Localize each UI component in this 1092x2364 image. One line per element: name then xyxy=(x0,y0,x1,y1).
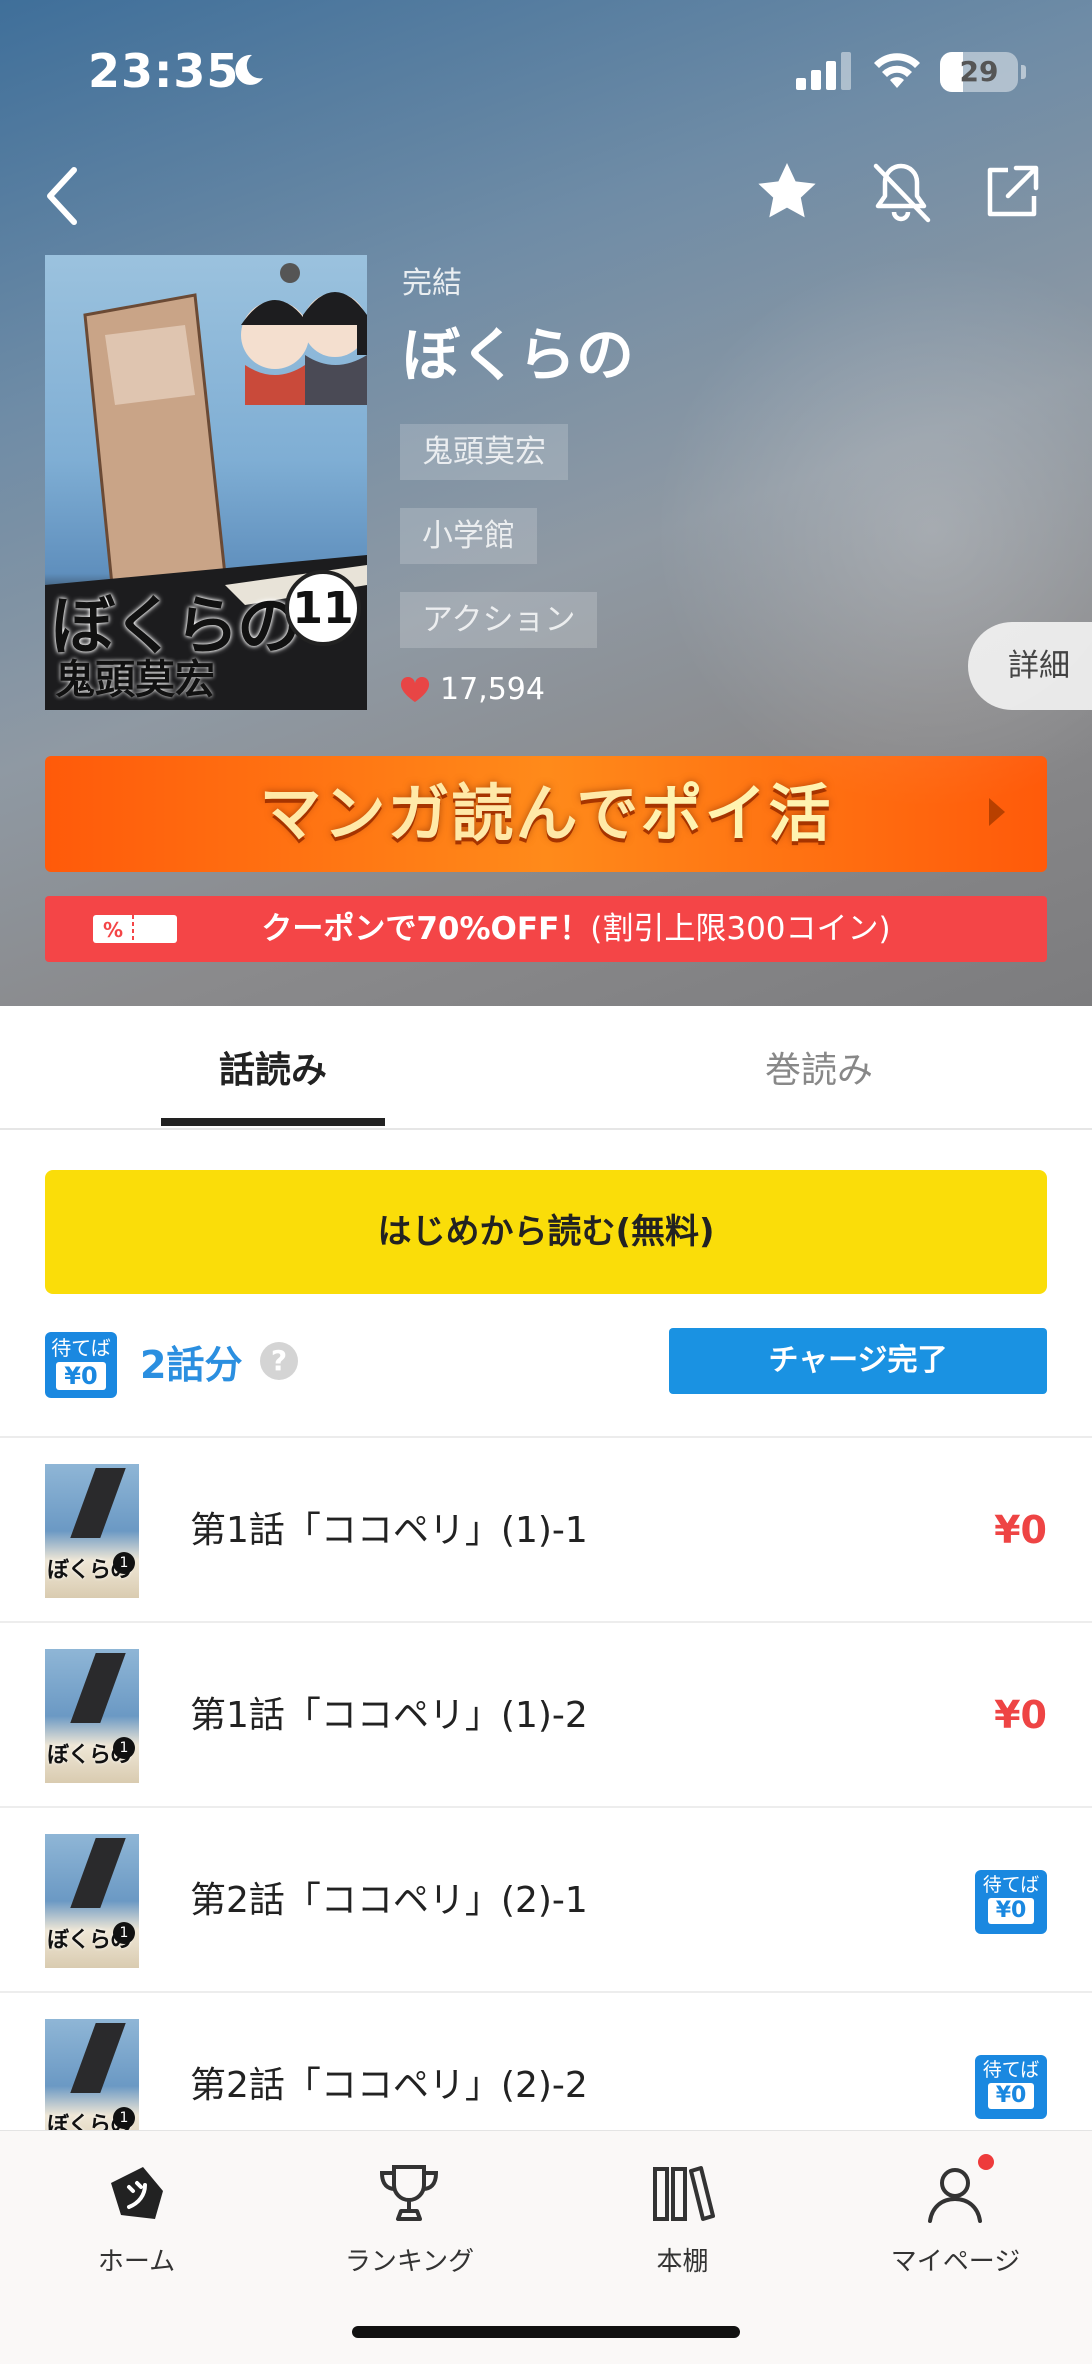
completion-status: 完結 xyxy=(402,266,462,301)
detail-button[interactable]: 詳細 xyxy=(968,622,1092,710)
wait-free-count: 2話分 xyxy=(140,1343,243,1387)
episode-thumbnail: ぼくらの 1 xyxy=(45,1834,139,1968)
wait-badge-bottom: ¥0 xyxy=(987,1898,1035,1924)
likes-count: 17,594 xyxy=(400,672,545,707)
status-bar: 23:35 29 xyxy=(0,0,1092,140)
coupon-bold: クーポンで70%OFF！ xyxy=(261,911,591,947)
nav-home[interactable]: ホーム xyxy=(0,2141,273,2291)
poikatsu-banner[interactable]: マンガ読んでポイ活 xyxy=(45,756,1047,872)
nav-mypage-label: マイページ xyxy=(890,2247,1021,2277)
thumb-number: 1 xyxy=(113,1737,135,1759)
banner-text: マンガ読んでポイ活 xyxy=(45,756,1047,872)
episode-row[interactable]: ぼくらの 1 第1話「ココペリ」(1)-1 ¥0 xyxy=(0,1438,1092,1623)
battery-icon: 29 xyxy=(940,52,1026,92)
person-icon xyxy=(928,2168,982,2223)
cover-author: 鬼頭莫宏 xyxy=(55,657,215,703)
nav-mypage[interactable]: マイページ xyxy=(819,2141,1092,2291)
coupon-note: (割引上限300コイン) xyxy=(590,911,891,947)
notification-dot xyxy=(978,2154,994,2170)
episode-row[interactable]: ぼくらの 1 第1話「ココペリ」(1)-2 ¥0 xyxy=(0,1623,1092,1808)
wait-badge-top: 待てば xyxy=(982,2059,1040,2081)
bell-off-icon[interactable] xyxy=(870,160,932,226)
hero-header: 23:35 29 ぼくらの 11 鬼頭莫宏 完結 ぼくらの 鬼頭莫宏 小学館 ア… xyxy=(0,0,1092,1006)
wifi-icon xyxy=(874,53,920,88)
banner-text-a: マンガ読んで xyxy=(259,777,641,850)
coupon-text: クーポンで70%OFF！(割引上限300コイン) xyxy=(201,911,890,947)
episode-price: ¥0 xyxy=(994,1508,1047,1552)
nav-ranking-label: ランキング xyxy=(344,2247,475,2277)
episode-price: ¥0 xyxy=(994,1693,1047,1737)
status-time: 23:35 xyxy=(88,44,240,98)
episode-title: 第1話「ココペリ」(1)-1 xyxy=(190,1510,588,1551)
coupon-icon: % xyxy=(93,915,177,943)
wait-badge-bottom: ¥0 xyxy=(987,2083,1035,2109)
help-icon[interactable]: ? xyxy=(260,1342,298,1380)
tab-volume[interactable]: 巻読み xyxy=(546,1006,1092,1130)
nav-ranking[interactable]: ランキング xyxy=(273,2141,546,2291)
home-indicator[interactable] xyxy=(352,2326,740,2338)
moon-icon xyxy=(235,54,263,85)
svg-text:%: % xyxy=(103,918,123,942)
wait-free-badge: 待てば ¥0 xyxy=(45,1332,117,1398)
banner-arrow-icon xyxy=(989,798,1005,826)
thumb-number: 1 xyxy=(113,1552,135,1574)
coupon-banner[interactable]: % クーポンで70%OFF！(割引上限300コイン) xyxy=(45,896,1047,962)
charge-complete-button[interactable]: チャージ完了 xyxy=(669,1328,1047,1394)
episode-wait-badge: 待てば ¥0 xyxy=(975,1870,1047,1934)
signal-icon xyxy=(796,52,851,90)
battery-percent: 29 xyxy=(959,55,999,88)
likes-value: 17,594 xyxy=(440,672,545,707)
episode-title: 第2話「ココペリ」(2)-1 xyxy=(190,1880,588,1921)
wait-badge-top: 待てば xyxy=(982,1874,1040,1896)
nav-home-label: ホーム xyxy=(97,2247,176,2277)
book-cover[interactable]: ぼくらの 11 鬼頭莫宏 xyxy=(45,255,367,710)
thumb-number: 1 xyxy=(113,2107,135,2129)
wait-badge-bottom: ¥0 xyxy=(56,1362,106,1390)
heart-icon xyxy=(400,676,430,702)
star-icon[interactable] xyxy=(756,160,818,222)
episode-row[interactable]: ぼくらの 1 第2話「ココペリ」(2)-1 待てば ¥0 xyxy=(0,1808,1092,1993)
home-logo-icon xyxy=(111,2167,163,2219)
cover-volume-number: 11 xyxy=(285,570,361,646)
banner-text-b: ポイ活 xyxy=(640,777,833,850)
read-from-start-button[interactable]: はじめから読む(無料) xyxy=(45,1170,1047,1294)
read-mode-tabs: 話読み 巻読み xyxy=(0,1006,1092,1130)
wait-badge-top: 待てば xyxy=(51,1336,111,1360)
nav-bookshelf[interactable]: 本棚 xyxy=(546,2141,819,2291)
book-title: ぼくらの xyxy=(402,321,635,389)
back-chevron-icon[interactable] xyxy=(40,164,88,228)
active-tab-indicator xyxy=(161,1118,385,1126)
episode-title: 第1話「ココペリ」(1)-2 xyxy=(190,1695,588,1736)
episode-wait-badge: 待てば ¥0 xyxy=(975,2055,1047,2119)
share-icon[interactable] xyxy=(982,162,1042,222)
tab-episode[interactable]: 話読み xyxy=(0,1006,546,1130)
episode-thumbnail: ぼくらの 1 xyxy=(45,1649,139,1783)
bookshelf-icon xyxy=(653,2166,715,2221)
tag-genre[interactable]: アクション xyxy=(400,592,598,648)
book-info: 完結 xyxy=(402,258,462,302)
tag-publisher[interactable]: 小学館 xyxy=(400,508,537,564)
thumb-number: 1 xyxy=(113,1922,135,1944)
nav-bookshelf-label: 本棚 xyxy=(656,2247,709,2277)
episode-thumbnail: ぼくらの 1 xyxy=(45,1464,139,1598)
tag-author[interactable]: 鬼頭莫宏 xyxy=(400,424,568,480)
trophy-icon xyxy=(379,2165,439,2221)
